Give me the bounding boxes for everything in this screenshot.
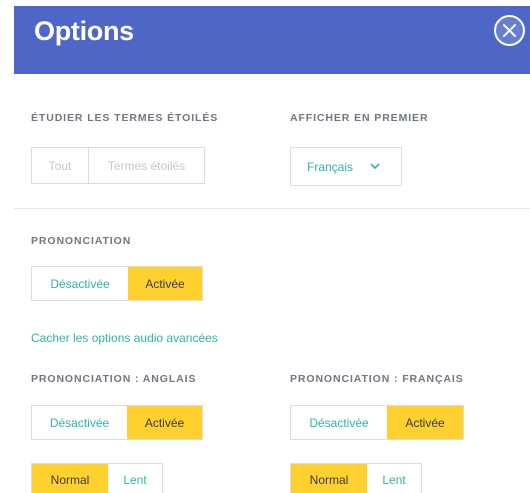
pron-english-toggle: Désactivée Activée	[31, 405, 203, 440]
show-first-value: Français	[307, 159, 354, 174]
pronunciation-on-option[interactable]: Activée	[128, 267, 202, 300]
page-title: Options	[34, 16, 134, 46]
pron-english-slow-option[interactable]: Lent	[108, 464, 162, 493]
options-panel: Options ÉTUDIER LES TERMES ÉTOILÉS Tout …	[0, 0, 530, 493]
pron-french-slow-option[interactable]: Lent	[367, 464, 421, 493]
pron-french-label: PRONONCIATION : FRANÇAIS	[290, 373, 464, 385]
pron-french-off-option[interactable]: Désactivée	[291, 406, 387, 439]
pron-english-speed-toggle: Normal Lent	[31, 463, 163, 493]
close-button[interactable]	[494, 15, 525, 46]
pron-english-label: PRONONCIATION : ANGLAIS	[31, 373, 197, 385]
section-divider	[14, 208, 530, 209]
study-starred-option[interactable]: Termes étoilés	[89, 148, 204, 183]
pronunciation-off-option[interactable]: Désactivée	[32, 267, 128, 300]
pronunciation-label: PRONONCIATION	[31, 235, 132, 247]
pron-french-normal-option[interactable]: Normal	[291, 464, 367, 493]
pron-french-toggle: Désactivée Activée	[290, 405, 464, 440]
pron-english-on-option[interactable]: Activée	[127, 406, 202, 439]
pron-english-off-option[interactable]: Désactivée	[32, 406, 127, 439]
study-starred-label: ÉTUDIER LES TERMES ÉTOILÉS	[31, 112, 219, 124]
options-header: Options	[14, 6, 530, 74]
study-starred-toggle: Tout Termes étoilés	[31, 147, 205, 184]
pron-french-speed-toggle: Normal Lent	[290, 463, 422, 493]
pron-english-normal-option[interactable]: Normal	[32, 464, 108, 493]
close-icon	[503, 24, 516, 37]
show-first-dropdown[interactable]: Français	[290, 147, 402, 186]
show-first-label: AFFICHER EN PREMIER	[290, 112, 429, 124]
pron-french-on-option[interactable]: Activée	[387, 406, 463, 439]
hide-audio-options-link[interactable]: Cacher les options audio avancées	[31, 331, 218, 345]
pronunciation-toggle: Désactivée Activée	[31, 266, 203, 301]
study-all-option[interactable]: Tout	[32, 148, 89, 183]
chevron-down-icon	[370, 163, 380, 170]
